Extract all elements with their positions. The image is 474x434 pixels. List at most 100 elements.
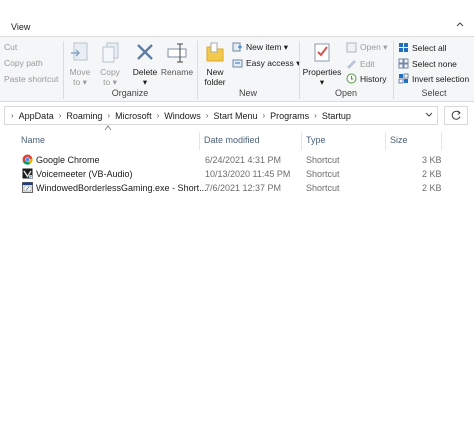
ribbon-expand-chevron-icon[interactable]: [454, 19, 466, 31]
history-icon: [346, 73, 357, 84]
tab-view[interactable]: View: [6, 20, 35, 36]
new-item-label: New item ▾: [246, 42, 289, 52]
history-button[interactable]: History: [346, 73, 386, 84]
rename-button[interactable]: Rename: [160, 41, 194, 77]
column-header-size[interactable]: Size: [386, 132, 442, 150]
properties-button[interactable]: Properties ▾: [302, 41, 342, 87]
voicemeeter-icon: [22, 168, 33, 179]
new-item-icon: [232, 42, 242, 52]
rename-label: Rename: [160, 67, 194, 77]
paste-shortcut-button[interactable]: Paste shortcut: [4, 74, 58, 84]
breadcrumb-startup[interactable]: Startup: [322, 111, 351, 121]
breadcrumb-chevron-icon: ›: [11, 111, 14, 120]
edit-button[interactable]: Edit: [346, 58, 375, 69]
address-bar-row: › AppData › Roaming › Microsoft › Window…: [0, 104, 474, 126]
history-label: History: [360, 73, 387, 84]
breadcrumb-chevron-icon[interactable]: ›: [206, 111, 209, 120]
organize-group-label: Organize: [111, 88, 149, 98]
rename-icon: [167, 43, 187, 63]
paste-shortcut-label: Paste shortcut: [4, 74, 59, 84]
breadcrumb-chevron-icon[interactable]: ›: [262, 111, 265, 120]
file-name: WindowedBorderlessGaming.exe - Short...: [36, 183, 207, 193]
copy-to-icon: [102, 42, 119, 63]
ribbon-tab-bar: View: [0, 18, 474, 36]
separator: [197, 41, 198, 99]
invert-selection-label: Invert selection: [412, 73, 470, 84]
move-to-icon: [71, 42, 88, 61]
copy-to-button[interactable]: Copy to ▾: [96, 41, 124, 87]
chrome-icon: [22, 154, 33, 165]
breadcrumb-chevron-icon[interactable]: ›: [107, 111, 110, 120]
breadcrumb-windows[interactable]: Windows: [164, 111, 201, 121]
refresh-icon: [451, 110, 461, 120]
breadcrumb-microsoft[interactable]: Microsoft: [115, 111, 152, 121]
properties-icon: [314, 43, 330, 62]
column-header-type[interactable]: Type: [302, 132, 386, 150]
file-size: 2 KB: [422, 169, 442, 179]
refresh-button[interactable]: [444, 106, 468, 125]
file-date: 7/6/2021 12:37 PM: [205, 183, 282, 193]
edit-icon: [347, 60, 356, 69]
column-header-date[interactable]: Date modified: [200, 132, 302, 150]
select-all-icon: [399, 43, 408, 52]
copy-to-label: Copy to ▾: [100, 67, 120, 87]
open-button[interactable]: Open ▾: [346, 42, 387, 53]
separator: [393, 41, 394, 99]
file-row[interactable]: WindowedBorderlessGaming.exe - Short... …: [0, 181, 474, 195]
column-header-name[interactable]: Name: [17, 132, 200, 150]
select-group-label: Select: [421, 88, 447, 98]
file-name: Voicemeeter (VB-Audio): [36, 169, 133, 179]
separator: [63, 41, 64, 99]
file-size: 3 KB: [422, 155, 442, 165]
breadcrumb-roaming[interactable]: Roaming: [66, 111, 102, 121]
separator: [299, 41, 300, 99]
delete-label: Delete ▾: [132, 67, 158, 87]
open-label: Open ▾: [360, 42, 388, 52]
open-icon: [346, 42, 357, 53]
breadcrumb-chevron-icon[interactable]: ›: [59, 111, 62, 120]
file-type: Shortcut: [306, 169, 340, 179]
file-size: 2 KB: [422, 183, 442, 193]
breadcrumb-chevron-icon[interactable]: ›: [314, 111, 317, 120]
file-date: 6/24/2021 4:31 PM: [205, 155, 282, 165]
select-all-label: Select all: [412, 42, 447, 53]
breadcrumb-programs[interactable]: Programs: [270, 111, 309, 121]
folder-icon: [206, 42, 224, 62]
breadcrumb-chevron-icon[interactable]: ›: [157, 111, 160, 120]
select-all-button[interactable]: Select all: [398, 42, 447, 53]
select-none-icon: [398, 58, 409, 69]
easy-access-icon: [232, 59, 243, 68]
file-row[interactable]: Voicemeeter (VB-Audio) 10/13/2020 11:45 …: [0, 167, 474, 181]
new-item-button[interactable]: New item ▾: [232, 42, 288, 53]
select-none-button[interactable]: Select none: [398, 58, 457, 69]
invert-selection-icon: [398, 73, 409, 84]
address-history-chevron-icon[interactable]: [422, 106, 436, 123]
select-none-label: Select none: [412, 58, 457, 69]
easy-access-button[interactable]: Easy access ▾: [232, 58, 300, 69]
file-date: 10/13/2020 11:45 PM: [205, 169, 291, 179]
exe-icon: [22, 182, 33, 193]
easy-access-label: Easy access ▾: [246, 58, 301, 68]
file-row[interactable]: Google Chrome 6/24/2021 4:31 PM Shortcut…: [0, 153, 474, 167]
move-to-button[interactable]: Move to ▾: [66, 41, 94, 87]
cut-button[interactable]: Cut: [4, 42, 17, 52]
breadcrumb-start-menu[interactable]: Start Menu: [213, 111, 257, 121]
file-name: Google Chrome: [36, 155, 100, 165]
ribbon: Cut Copy path Paste shortcut Move to ▾ C…: [0, 36, 474, 102]
delete-x-icon: [137, 44, 153, 60]
delete-button[interactable]: Delete ▾: [130, 41, 160, 87]
new-folder-button[interactable]: New folder: [200, 41, 230, 87]
sort-ascending-icon: [104, 125, 112, 131]
file-type: Shortcut: [306, 155, 340, 165]
copy-path-label: Copy path: [4, 58, 43, 68]
copy-path-button[interactable]: Copy path: [4, 58, 43, 68]
move-to-label: Move to ▾: [69, 67, 91, 87]
address-bar[interactable]: › AppData › Roaming › Microsoft › Window…: [4, 106, 438, 125]
file-type: Shortcut: [306, 183, 340, 193]
properties-label: Properties ▾: [302, 67, 342, 87]
new-group-label: New: [238, 88, 257, 98]
edit-label: Edit: [360, 58, 375, 69]
invert-selection-button[interactable]: Invert selection: [398, 73, 469, 84]
breadcrumb-appdata[interactable]: AppData: [19, 111, 54, 121]
cut-label: Cut: [4, 42, 18, 52]
